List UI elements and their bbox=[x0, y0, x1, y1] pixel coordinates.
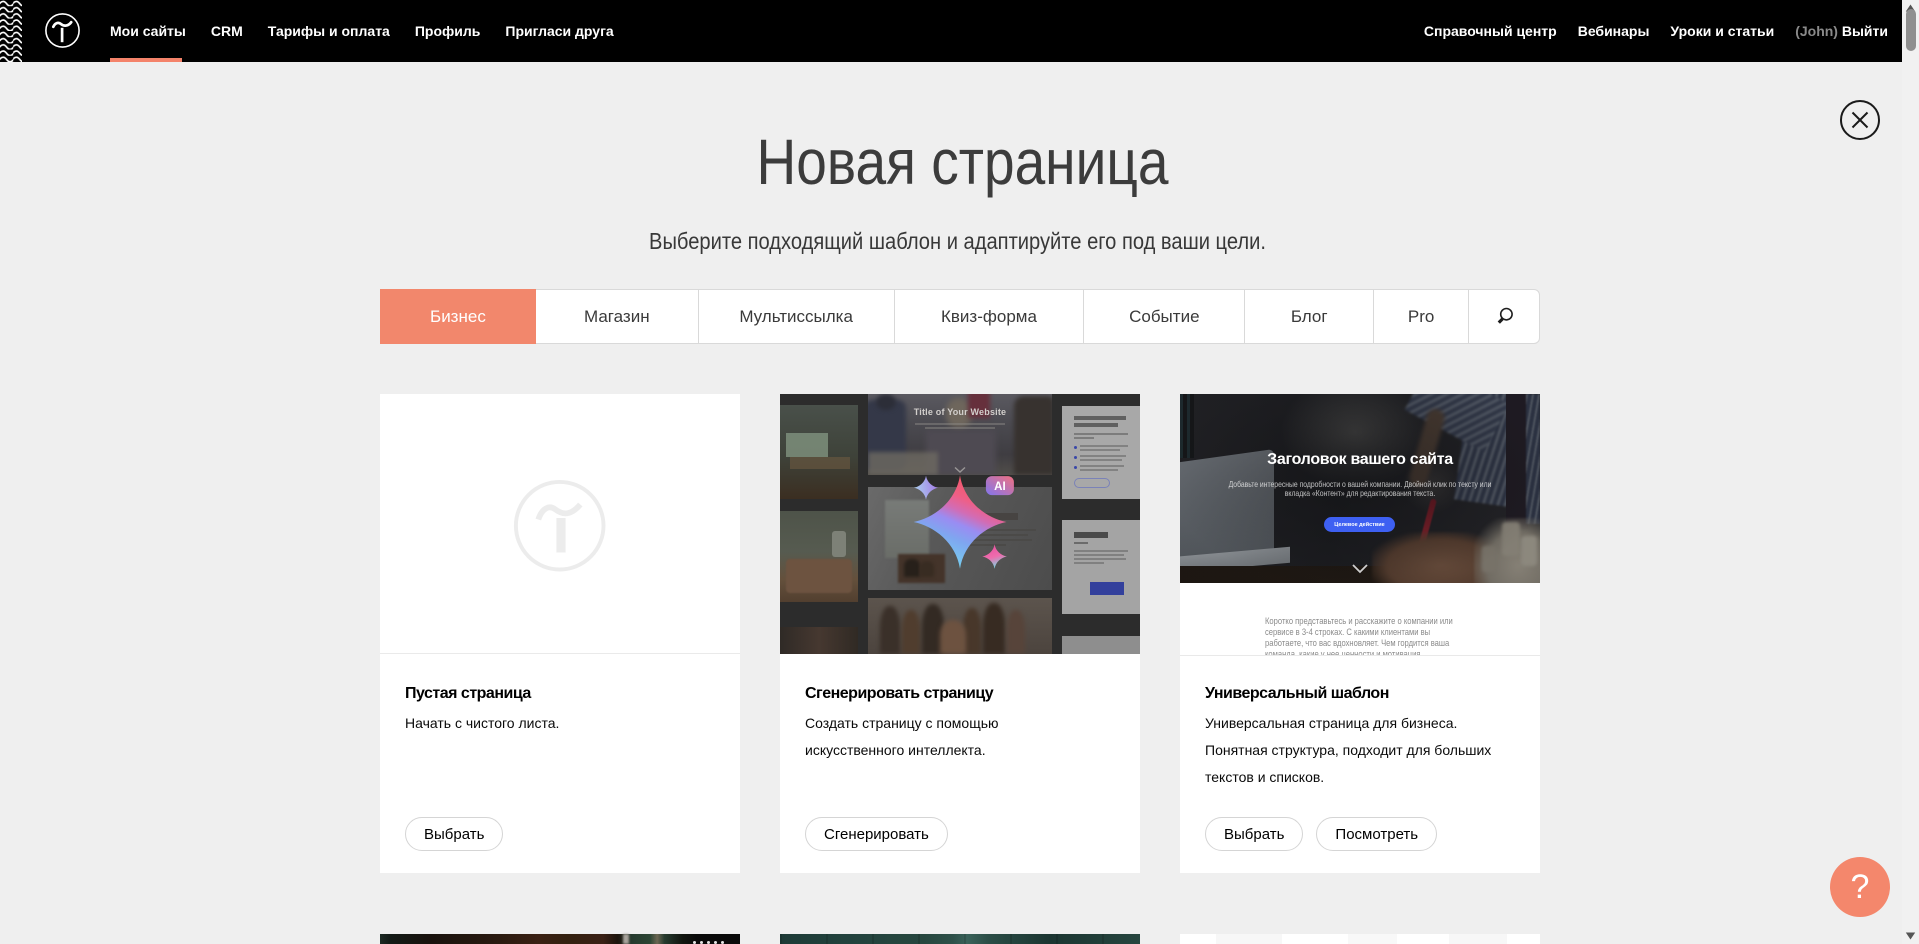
svg-text:AI: AI bbox=[994, 481, 1006, 493]
